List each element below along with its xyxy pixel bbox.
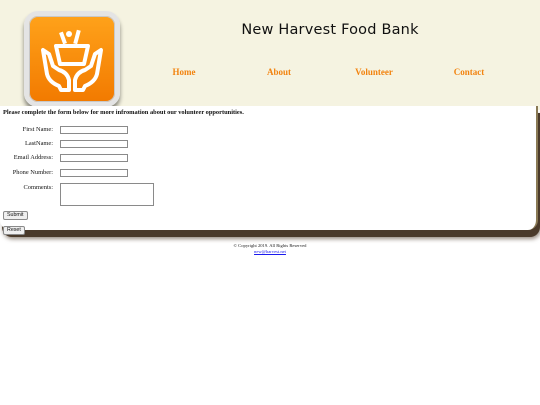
volunteer-form-panel: Please complete the form below for more … <box>0 106 538 235</box>
email-input[interactable] <box>60 154 128 162</box>
nav-contact-link[interactable]: Contact <box>439 67 499 77</box>
nav-home-link[interactable]: Home <box>154 67 214 77</box>
last-name-label: LastName: <box>24 140 53 147</box>
footer-email-link[interactable]: new@harvest.net <box>254 249 286 254</box>
form-intro-text: Please complete the form below for more … <box>3 109 244 116</box>
site-logo[interactable] <box>24 11 120 107</box>
first-name-label: First Name: <box>22 126 53 133</box>
phone-label: Phone Number: <box>12 169 53 176</box>
page-footer: © Copyright 2019. All Rights Reserved ne… <box>0 243 540 254</box>
submit-button[interactable]: Submit <box>3 211 28 220</box>
nav-volunteer-link[interactable]: Volunteer <box>344 67 404 77</box>
comments-textarea[interactable] <box>60 183 154 206</box>
nav-about-link[interactable]: About <box>249 67 309 77</box>
site-title: New Harvest Food Bank <box>241 22 419 38</box>
page-header: New Harvest Food Bank Home About Volunte… <box>0 0 540 110</box>
last-name-input[interactable] <box>60 140 128 148</box>
first-name-input[interactable] <box>60 126 128 134</box>
harvest-box-hands-icon <box>41 29 103 92</box>
email-label: Email Address: <box>13 154 53 161</box>
comments-label: Comments: <box>23 184 53 191</box>
phone-input[interactable] <box>60 169 128 177</box>
reset-button[interactable]: Reset <box>3 226 25 235</box>
